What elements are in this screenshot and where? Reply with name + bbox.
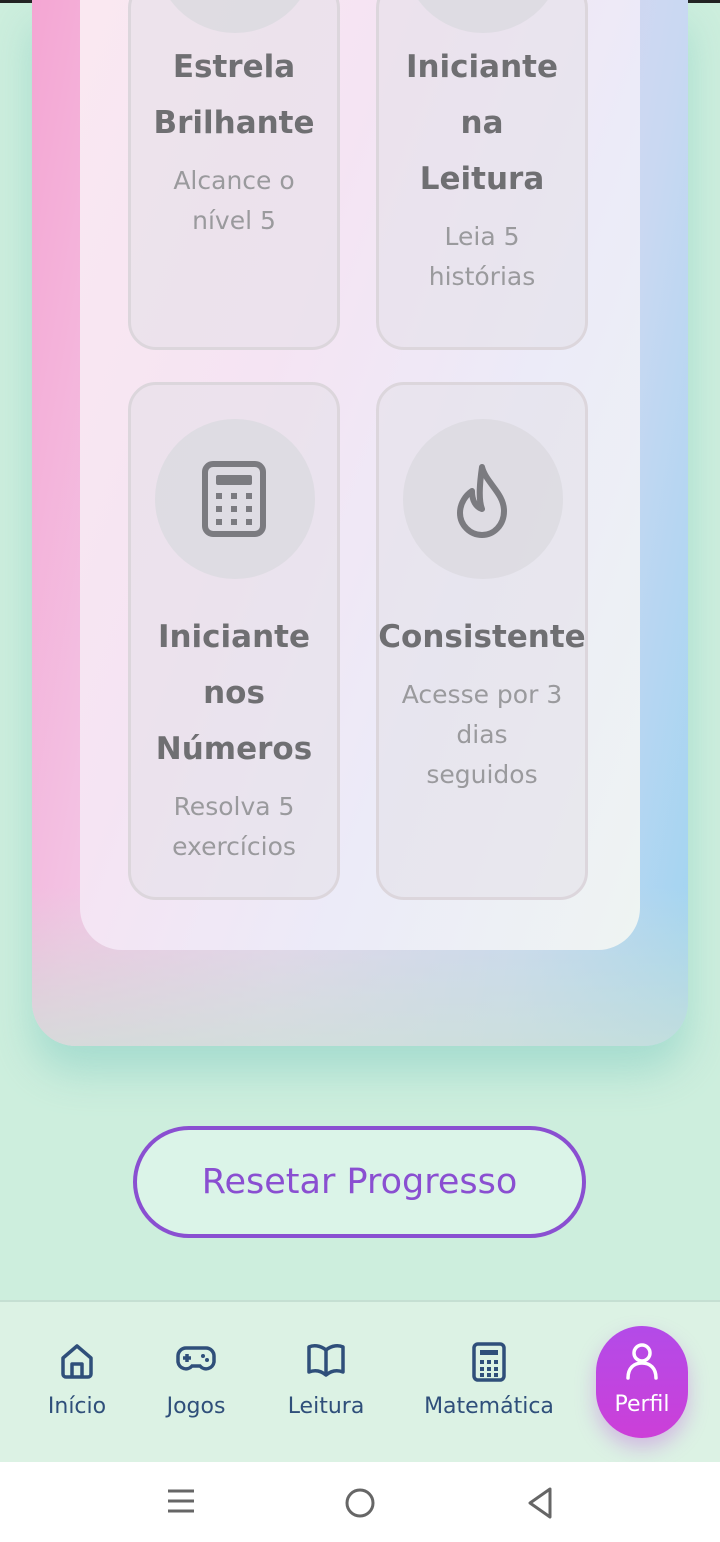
user-icon bbox=[625, 1342, 659, 1384]
home-circle-icon[interactable] bbox=[343, 1486, 377, 1524]
badge-title: Estrela Brilhante bbox=[153, 49, 315, 141]
badge-icon-circle bbox=[403, 0, 563, 33]
reset-progress-button[interactable]: Resetar Progresso bbox=[133, 1126, 586, 1238]
badge-description: Resolva 5 exercícios bbox=[172, 792, 296, 861]
nav-label: Perfil bbox=[614, 1392, 670, 1417]
badge-iniciante-numeros[interactable]: Iniciante nos Números Resolva 5 exercíci… bbox=[128, 382, 340, 900]
badge-description: Leia 5 histórias bbox=[428, 222, 536, 291]
menu-icon[interactable] bbox=[166, 1486, 196, 1520]
nav-item-matematica[interactable]: Matemática bbox=[416, 1302, 562, 1464]
nav-label: Jogos bbox=[166, 1394, 226, 1419]
home-icon bbox=[58, 1342, 96, 1384]
badge-description: Alcance o nível 5 bbox=[173, 166, 295, 235]
badge-title: Iniciante na Leitura bbox=[405, 49, 559, 197]
badge-title: Consistente bbox=[378, 619, 586, 655]
nav-label: Matemática bbox=[424, 1394, 554, 1419]
nav-label: Leitura bbox=[287, 1394, 365, 1419]
calculator-icon bbox=[202, 461, 266, 541]
nav-item-perfil[interactable]: Perfil bbox=[596, 1326, 688, 1438]
badge-description: Acesse por 3 dias seguidos bbox=[401, 680, 563, 789]
badge-consistente[interactable]: Consistente Acesse por 3 dias seguidos bbox=[376, 382, 588, 900]
achievements-grid-card: Estrela Brilhante Alcance o nível 5 Inic… bbox=[80, 0, 640, 950]
badge-estrela-brilhante[interactable]: Estrela Brilhante Alcance o nível 5 bbox=[128, 0, 340, 350]
system-navigation-bar bbox=[0, 1462, 720, 1542]
nav-item-jogos[interactable]: Jogos bbox=[150, 1302, 242, 1464]
badge-iniciante-leitura[interactable]: Iniciante na Leitura Leia 5 histórias bbox=[376, 0, 588, 350]
nav-label: Início bbox=[47, 1394, 107, 1419]
badge-icon-circle bbox=[155, 0, 315, 33]
calculator-icon bbox=[472, 1342, 506, 1386]
nav-item-inicio[interactable]: Início bbox=[32, 1302, 122, 1464]
gamepad-icon bbox=[176, 1342, 216, 1380]
flame-icon bbox=[452, 463, 512, 543]
badge-title: Iniciante nos Números bbox=[155, 619, 313, 767]
achievements-panel: Estrela Brilhante Alcance o nível 5 Inic… bbox=[32, 0, 688, 1046]
book-open-icon bbox=[306, 1342, 346, 1382]
nav-item-leitura[interactable]: Leitura bbox=[280, 1302, 372, 1464]
back-icon[interactable] bbox=[524, 1486, 556, 1524]
